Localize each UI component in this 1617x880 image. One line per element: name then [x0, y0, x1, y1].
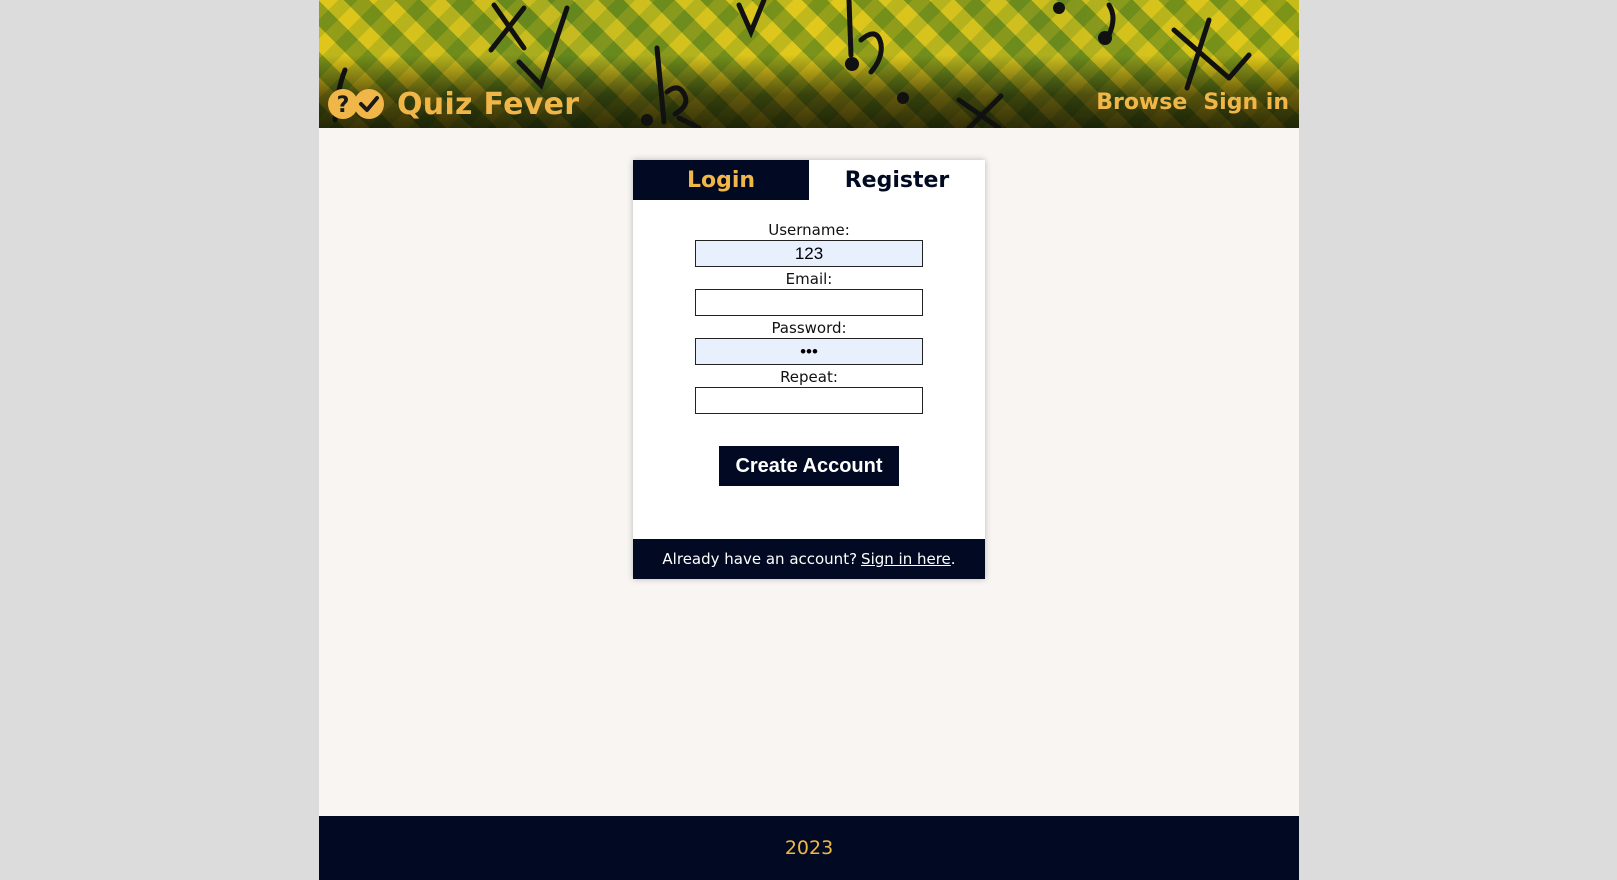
auth-card-footer: Already have an account? Sign in here .: [633, 539, 985, 579]
top-nav: Browse Sign in: [1096, 90, 1289, 115]
header-banner: ? Quiz Fever Browse Sign in: [319, 0, 1299, 128]
nav-sign-in-link[interactable]: Sign in: [1203, 90, 1289, 115]
already-have-account-text: Already have an account?: [662, 550, 858, 568]
nav-browse-link[interactable]: Browse: [1096, 90, 1187, 115]
repeat-password-field[interactable]: [695, 387, 923, 414]
question-check-icon: ?: [327, 88, 385, 120]
create-account-button[interactable]: Create Account: [719, 446, 899, 486]
sign-in-here-link[interactable]: Sign in here: [861, 550, 951, 568]
page: ? Quiz Fever Browse Sign in Login Regist…: [319, 0, 1299, 880]
auth-card: Login Register Username: Email: Password…: [633, 160, 985, 579]
password-field[interactable]: [695, 338, 923, 365]
auth-tabs: Login Register: [633, 160, 985, 200]
email-label: Email:: [785, 270, 833, 288]
email-field[interactable]: [695, 289, 923, 316]
brand-name: Quiz Fever: [397, 86, 580, 122]
password-label: Password:: [771, 319, 847, 337]
svg-text:?: ?: [337, 93, 350, 118]
username-field[interactable]: [695, 240, 923, 267]
brand[interactable]: ? Quiz Fever: [327, 84, 579, 124]
site-footer: 2023: [319, 816, 1299, 880]
tab-register[interactable]: Register: [809, 160, 985, 200]
footer-period: .: [950, 550, 956, 568]
repeat-password-label: Repeat:: [780, 368, 838, 386]
register-form: Username: Email: Password: Repeat: Creat…: [633, 218, 985, 486]
username-label: Username:: [768, 221, 850, 239]
tab-login[interactable]: Login: [633, 160, 809, 200]
footer-year: 2023: [784, 837, 834, 859]
